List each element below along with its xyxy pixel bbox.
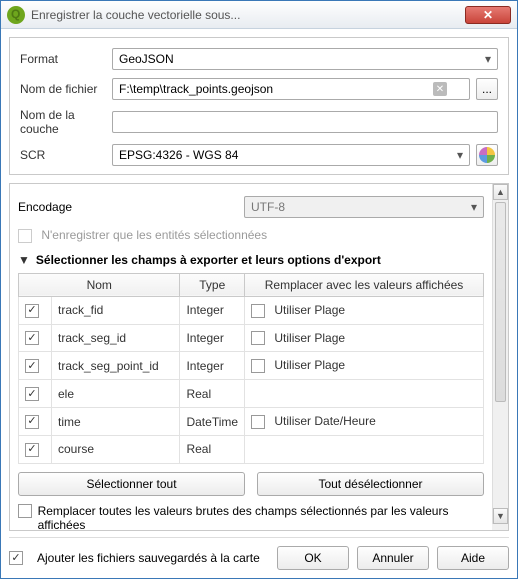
- save-selected-checkbox: [18, 229, 32, 243]
- field-type: Integer: [180, 296, 245, 324]
- ok-button[interactable]: OK: [277, 546, 349, 570]
- close-icon: ✕: [483, 8, 493, 22]
- content-area: Format GeoJSON ▾ Nom de fichier F:\temp\…: [1, 29, 517, 578]
- option-checkbox[interactable]: [251, 331, 265, 345]
- table-row[interactable]: track_seg_point_idInteger Utiliser Plage: [19, 352, 484, 380]
- option-checkbox[interactable]: [251, 304, 265, 318]
- replace-all-checkbox[interactable]: [18, 504, 32, 518]
- field-name: track_seg_point_id: [52, 352, 180, 380]
- replace-all-label: Remplacer toutes les valeurs brutes des …: [38, 504, 484, 530]
- triangle-down-icon: ▼: [18, 253, 30, 267]
- format-combo[interactable]: GeoJSON ▾: [112, 48, 498, 70]
- scr-combo[interactable]: EPSG:4326 - WGS 84 ▾: [112, 144, 470, 166]
- scr-picker-button[interactable]: [476, 144, 498, 166]
- cancel-button[interactable]: Annuler: [357, 546, 429, 570]
- add-to-map-label: Ajouter les fichiers sauvegardés à la ca…: [37, 551, 260, 565]
- field-option: Utiliser Plage: [245, 296, 484, 324]
- field-name: course: [52, 435, 180, 463]
- options-panel: Encodage UTF-8 ▾ N'enregistrer que les e…: [9, 183, 509, 531]
- layer-name-input[interactable]: [112, 111, 498, 133]
- encoding-value: UTF-8: [251, 200, 285, 214]
- file-path-value: F:\temp\track_points.geojson: [119, 82, 273, 96]
- field-type: Real: [180, 435, 245, 463]
- table-row[interactable]: timeDateTime Utiliser Date/Heure: [19, 408, 484, 436]
- chevron-down-icon: ▾: [457, 148, 463, 162]
- col-name[interactable]: Nom: [19, 273, 180, 296]
- col-type[interactable]: Type: [180, 273, 245, 296]
- chevron-down-icon: ▾: [471, 200, 477, 214]
- field-type: DateTime: [180, 408, 245, 436]
- scroll-up-button[interactable]: ▲: [493, 184, 508, 200]
- fields-table: Nom Type Remplacer avec les valeurs affi…: [18, 273, 484, 464]
- field-option: Utiliser Plage: [245, 324, 484, 352]
- format-value: GeoJSON: [119, 52, 174, 66]
- dialog-window: Enregistrer la couche vectorielle sous..…: [0, 0, 518, 579]
- field-checkbox[interactable]: [25, 331, 39, 345]
- option-checkbox[interactable]: [251, 359, 265, 373]
- field-checkbox[interactable]: [25, 359, 39, 373]
- field-option: [245, 380, 484, 408]
- encoding-combo: UTF-8 ▾: [244, 196, 484, 218]
- field-type: Integer: [180, 352, 245, 380]
- clear-input-icon[interactable]: ✕: [433, 82, 447, 96]
- titlebar[interactable]: Enregistrer la couche vectorielle sous..…: [1, 1, 517, 29]
- encoding-label: Encodage: [18, 200, 244, 214]
- field-name: time: [52, 408, 180, 436]
- window-title: Enregistrer la couche vectorielle sous..…: [31, 8, 465, 22]
- field-checkbox[interactable]: [25, 387, 39, 401]
- chevron-down-icon: ▾: [485, 52, 491, 66]
- save-selected-label: N'enregistrer que les entités sélectionn…: [41, 228, 267, 242]
- col-replace[interactable]: Remplacer avec les valeurs affichées: [245, 273, 484, 296]
- table-row[interactable]: track_seg_idInteger Utiliser Plage: [19, 324, 484, 352]
- layer-name-label: Nom de la couche: [20, 108, 112, 136]
- deselect-all-button[interactable]: Tout désélectionner: [257, 472, 484, 496]
- field-type: Real: [180, 380, 245, 408]
- field-checkbox[interactable]: [25, 415, 39, 429]
- scr-label: SCR: [20, 148, 112, 162]
- field-name: track_seg_id: [52, 324, 180, 352]
- table-row[interactable]: track_fidInteger Utiliser Plage: [19, 296, 484, 324]
- select-all-button[interactable]: Sélectionner tout: [18, 472, 245, 496]
- field-name: ele: [52, 380, 180, 408]
- field-option: [245, 435, 484, 463]
- app-icon: [7, 6, 25, 24]
- field-option: Utiliser Date/Heure: [245, 408, 484, 436]
- scroll-down-button[interactable]: ▼: [493, 508, 508, 524]
- field-type: Integer: [180, 324, 245, 352]
- footer: Ajouter les fichiers sauvegardés à la ca…: [9, 537, 509, 570]
- help-button[interactable]: Aide: [437, 546, 509, 570]
- format-label: Format: [20, 52, 112, 66]
- globe-icon: [479, 147, 495, 163]
- table-row[interactable]: courseReal: [19, 435, 484, 463]
- scr-value: EPSG:4326 - WGS 84: [119, 148, 238, 162]
- field-checkbox[interactable]: [25, 304, 39, 318]
- form-panel: Format GeoJSON ▾ Nom de fichier F:\temp\…: [9, 37, 509, 175]
- scroll-thumb[interactable]: [495, 202, 506, 402]
- vertical-scrollbar[interactable]: ▲ ▼: [492, 184, 508, 530]
- file-path-input[interactable]: F:\temp\track_points.geojson ✕: [112, 78, 470, 100]
- field-option: Utiliser Plage: [245, 352, 484, 380]
- option-checkbox[interactable]: [251, 415, 265, 429]
- close-button[interactable]: ✕: [465, 6, 511, 24]
- fields-section-header[interactable]: ▼ Sélectionner les champs à exporter et …: [18, 253, 484, 267]
- add-to-map-checkbox[interactable]: [9, 551, 23, 565]
- file-label: Nom de fichier: [20, 82, 112, 96]
- field-name: track_fid: [52, 296, 180, 324]
- browse-button[interactable]: ...: [476, 78, 498, 100]
- table-row[interactable]: eleReal: [19, 380, 484, 408]
- field-checkbox[interactable]: [25, 443, 39, 457]
